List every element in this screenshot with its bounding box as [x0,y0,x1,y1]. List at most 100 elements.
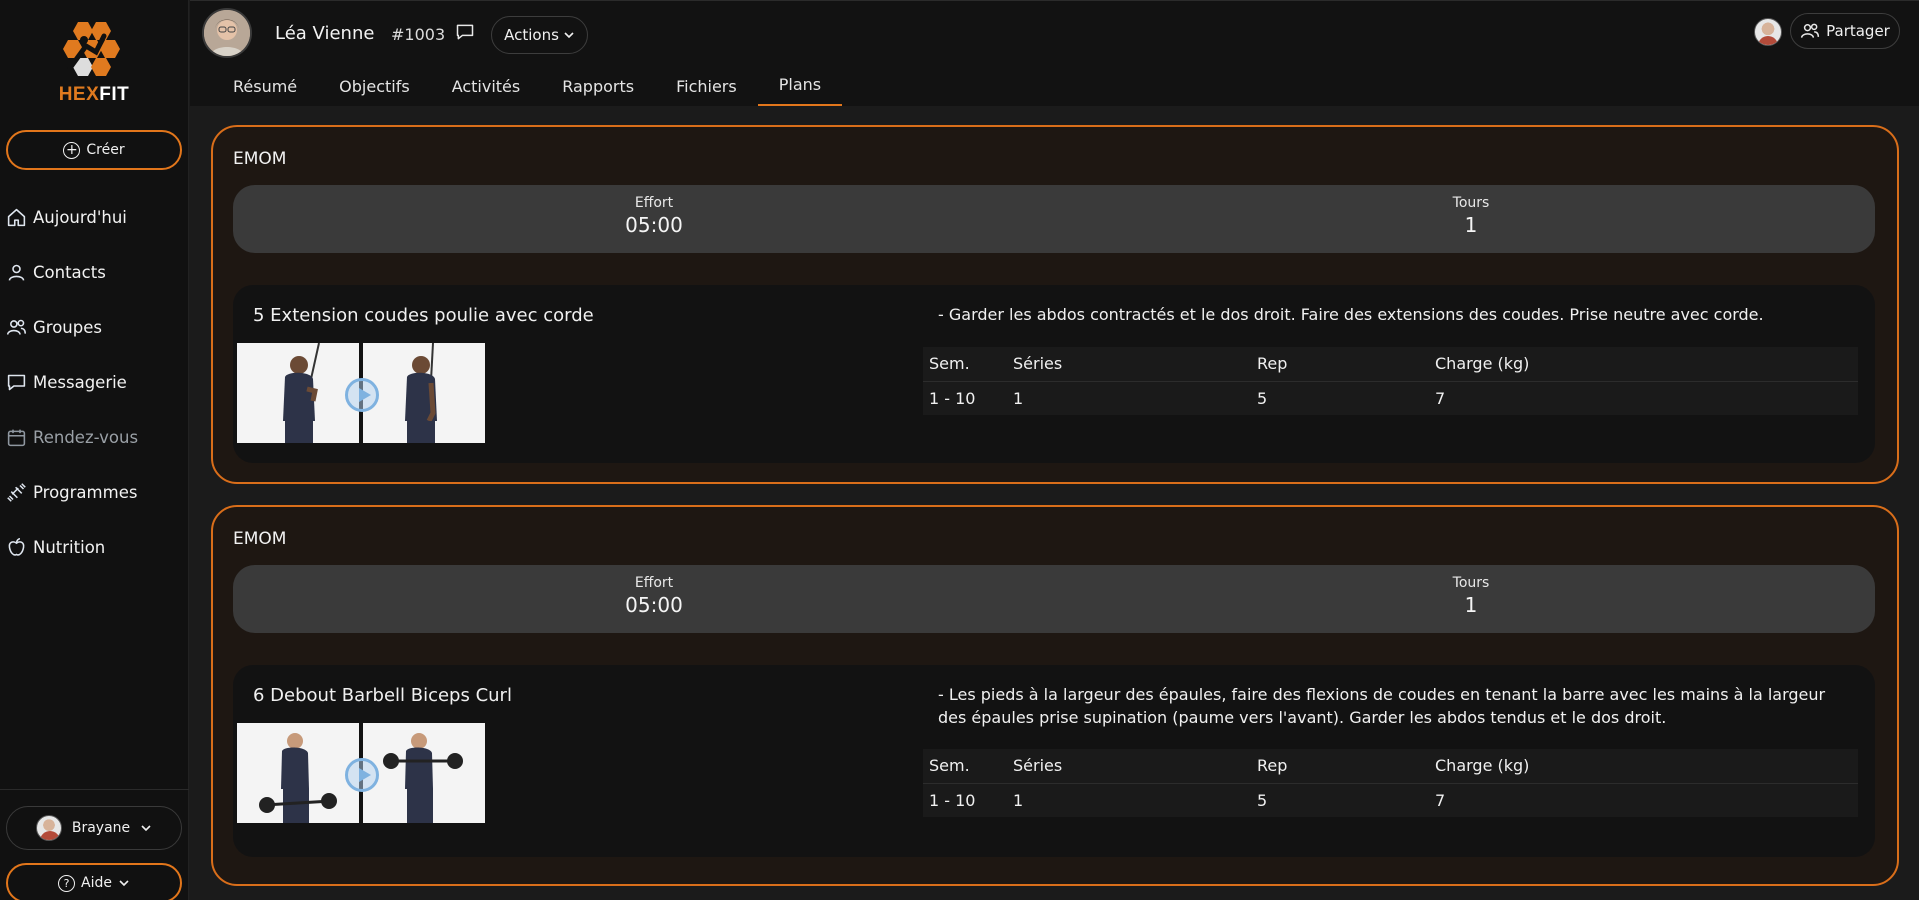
table-header-row: Sem. Séries Rep Charge (kg) [923,749,1858,784]
coach-avatar[interactable] [1754,18,1782,46]
user-menu-button[interactable]: Brayane [6,806,182,850]
sidebar-item-label: Programmes [33,483,138,502]
sidebar-item-today[interactable]: Aujourd'hui [0,190,189,245]
block-title: EMOM [233,529,287,549]
rounds-stat: Tours 1 [1371,195,1571,237]
rounds-stat: Tours 1 [1371,575,1571,617]
rounds-value: 1 [1464,213,1478,237]
table-cell: 1 [1007,381,1251,415]
exercise-image [283,343,320,443]
tab-files[interactable]: Fichiers [655,65,758,107]
hexagon-logo-icon [63,22,120,76]
rounds-value: 1 [1464,593,1478,617]
exercise-description: - Garder les abdos contractés et le dos … [938,305,1764,324]
chevron-down-icon [119,880,129,887]
sidebar-divider [0,789,189,790]
sidebar-item-label: Aujourd'hui [33,208,127,227]
tab-reports[interactable]: Rapports [541,65,655,107]
effort-value: 05:00 [625,593,683,617]
sidebar-item-programs[interactable]: Programmes [0,465,189,520]
actions-dropdown[interactable]: Actions [491,16,588,54]
users-icon [1801,23,1820,38]
exercise-name[interactable]: 6 Debout Barbell Biceps Curl [253,685,512,706]
share-button[interactable]: Partager [1790,13,1900,49]
chevron-down-icon [564,32,574,39]
message-client-button[interactable] [450,17,480,47]
help-label: Aide [81,875,112,891]
emom-block: EMOM Effort 05:00 Tours 1 6 Debout Barbe… [211,505,1899,886]
exercise-video[interactable] [237,343,487,443]
sidebar-item-label: Contacts [33,263,106,282]
effort-label: Effort [634,195,674,211]
brand-name: HEXFIT [58,84,130,105]
client-id: #1003 [391,25,446,44]
help-button[interactable]: ? Aide [6,863,182,900]
client-tabs: Résumé Objectifs Activités Rapports Fich… [190,65,843,107]
actions-label: Actions [504,26,559,44]
sidebar-nav: Aujourd'hui Contacts Groupes Messagerie … [0,190,189,575]
chat-icon [7,374,26,391]
table-row: 1 - 10 1 5 7 [923,381,1858,415]
exercise-thumbnail-end [363,343,485,443]
table-cell: 1 - 10 [923,783,1007,817]
sidebar-item-label: Groupes [33,318,102,337]
question-circle-icon: ? [58,874,76,892]
effort-stat: Effort 05:00 [554,195,754,237]
table-cell: 5 [1251,783,1429,817]
table-cell: 1 - 10 [923,381,1007,415]
exercise-video[interactable] [237,723,487,823]
create-label: Créer [86,142,125,158]
exercise-image [259,733,337,823]
table-header-row: Sem. Séries Rep Charge (kg) [923,347,1858,382]
sidebar-item-nutrition[interactable]: Nutrition [0,520,189,575]
sidebar-item-groups[interactable]: Groupes [0,300,189,355]
home-icon [7,208,26,227]
chat-icon [456,24,474,40]
user-icon [8,264,25,281]
exercise-thumbnail-start [237,723,359,823]
emom-block: EMOM Effort 05:00 Tours 1 5 Extension co… [211,125,1899,484]
effort-label: Effort [634,575,674,591]
sidebar-item-appointments[interactable]: Rendez-vous [0,410,189,465]
avatar [35,815,62,841]
table-row: 1 - 10 1 5 7 [923,783,1858,817]
exercise-image [383,733,463,823]
tab-activities[interactable]: Activités [431,65,542,107]
exercise-card: 5 Extension coudes poulie avec corde - G… [233,285,1875,463]
exercise-image [405,343,437,443]
sidebar-item-label: Rendez-vous [33,428,139,447]
block-stats: Effort 05:00 Tours 1 [233,565,1875,633]
column-header: Séries [1007,347,1251,382]
rounds-label: Tours [1452,575,1490,591]
share-label: Partager [1826,22,1890,40]
create-button[interactable]: + Créer [6,130,182,170]
tab-goals[interactable]: Objectifs [318,65,431,107]
sidebar-item-label: Messagerie [33,373,127,392]
sidebar-item-contacts[interactable]: Contacts [0,245,189,300]
column-header: Charge (kg) [1429,347,1858,382]
play-icon[interactable] [345,758,379,792]
tab-summary[interactable]: Résumé [190,65,318,107]
exercise-name[interactable]: 5 Extension coudes poulie avec corde [253,305,594,326]
exercise-thumbnail-start [237,343,359,443]
rounds-label: Tours [1452,195,1490,211]
column-header: Séries [1007,749,1251,784]
calendar-icon [7,429,26,447]
exercise-table: Sem. Séries Rep Charge (kg) 1 - 10 1 5 7 [923,347,1858,415]
exercise-table: Sem. Séries Rep Charge (kg) 1 - 10 1 5 7 [923,749,1858,817]
exercise-card: 6 Debout Barbell Biceps Curl - Les pieds… [233,665,1875,857]
client-photo [204,10,250,56]
sidebar-item-messaging[interactable]: Messagerie [0,355,189,410]
column-header: Rep [1251,749,1429,784]
exercise-description: - Les pieds à la largeur des épaules, fa… [938,685,1826,727]
effort-stat: Effort 05:00 [554,575,754,617]
play-icon[interactable] [345,378,379,412]
client-avatar[interactable] [202,8,252,58]
column-header: Charge (kg) [1429,749,1858,784]
client-name: Léa Vienne [275,23,375,44]
users-icon [6,319,27,335]
block-stats: Effort 05:00 Tours 1 [233,185,1875,253]
dumbbell-icon [7,483,26,502]
hexfit-logo[interactable]: HEXFIT [48,18,140,110]
tab-plans[interactable]: Plans [757,65,843,107]
